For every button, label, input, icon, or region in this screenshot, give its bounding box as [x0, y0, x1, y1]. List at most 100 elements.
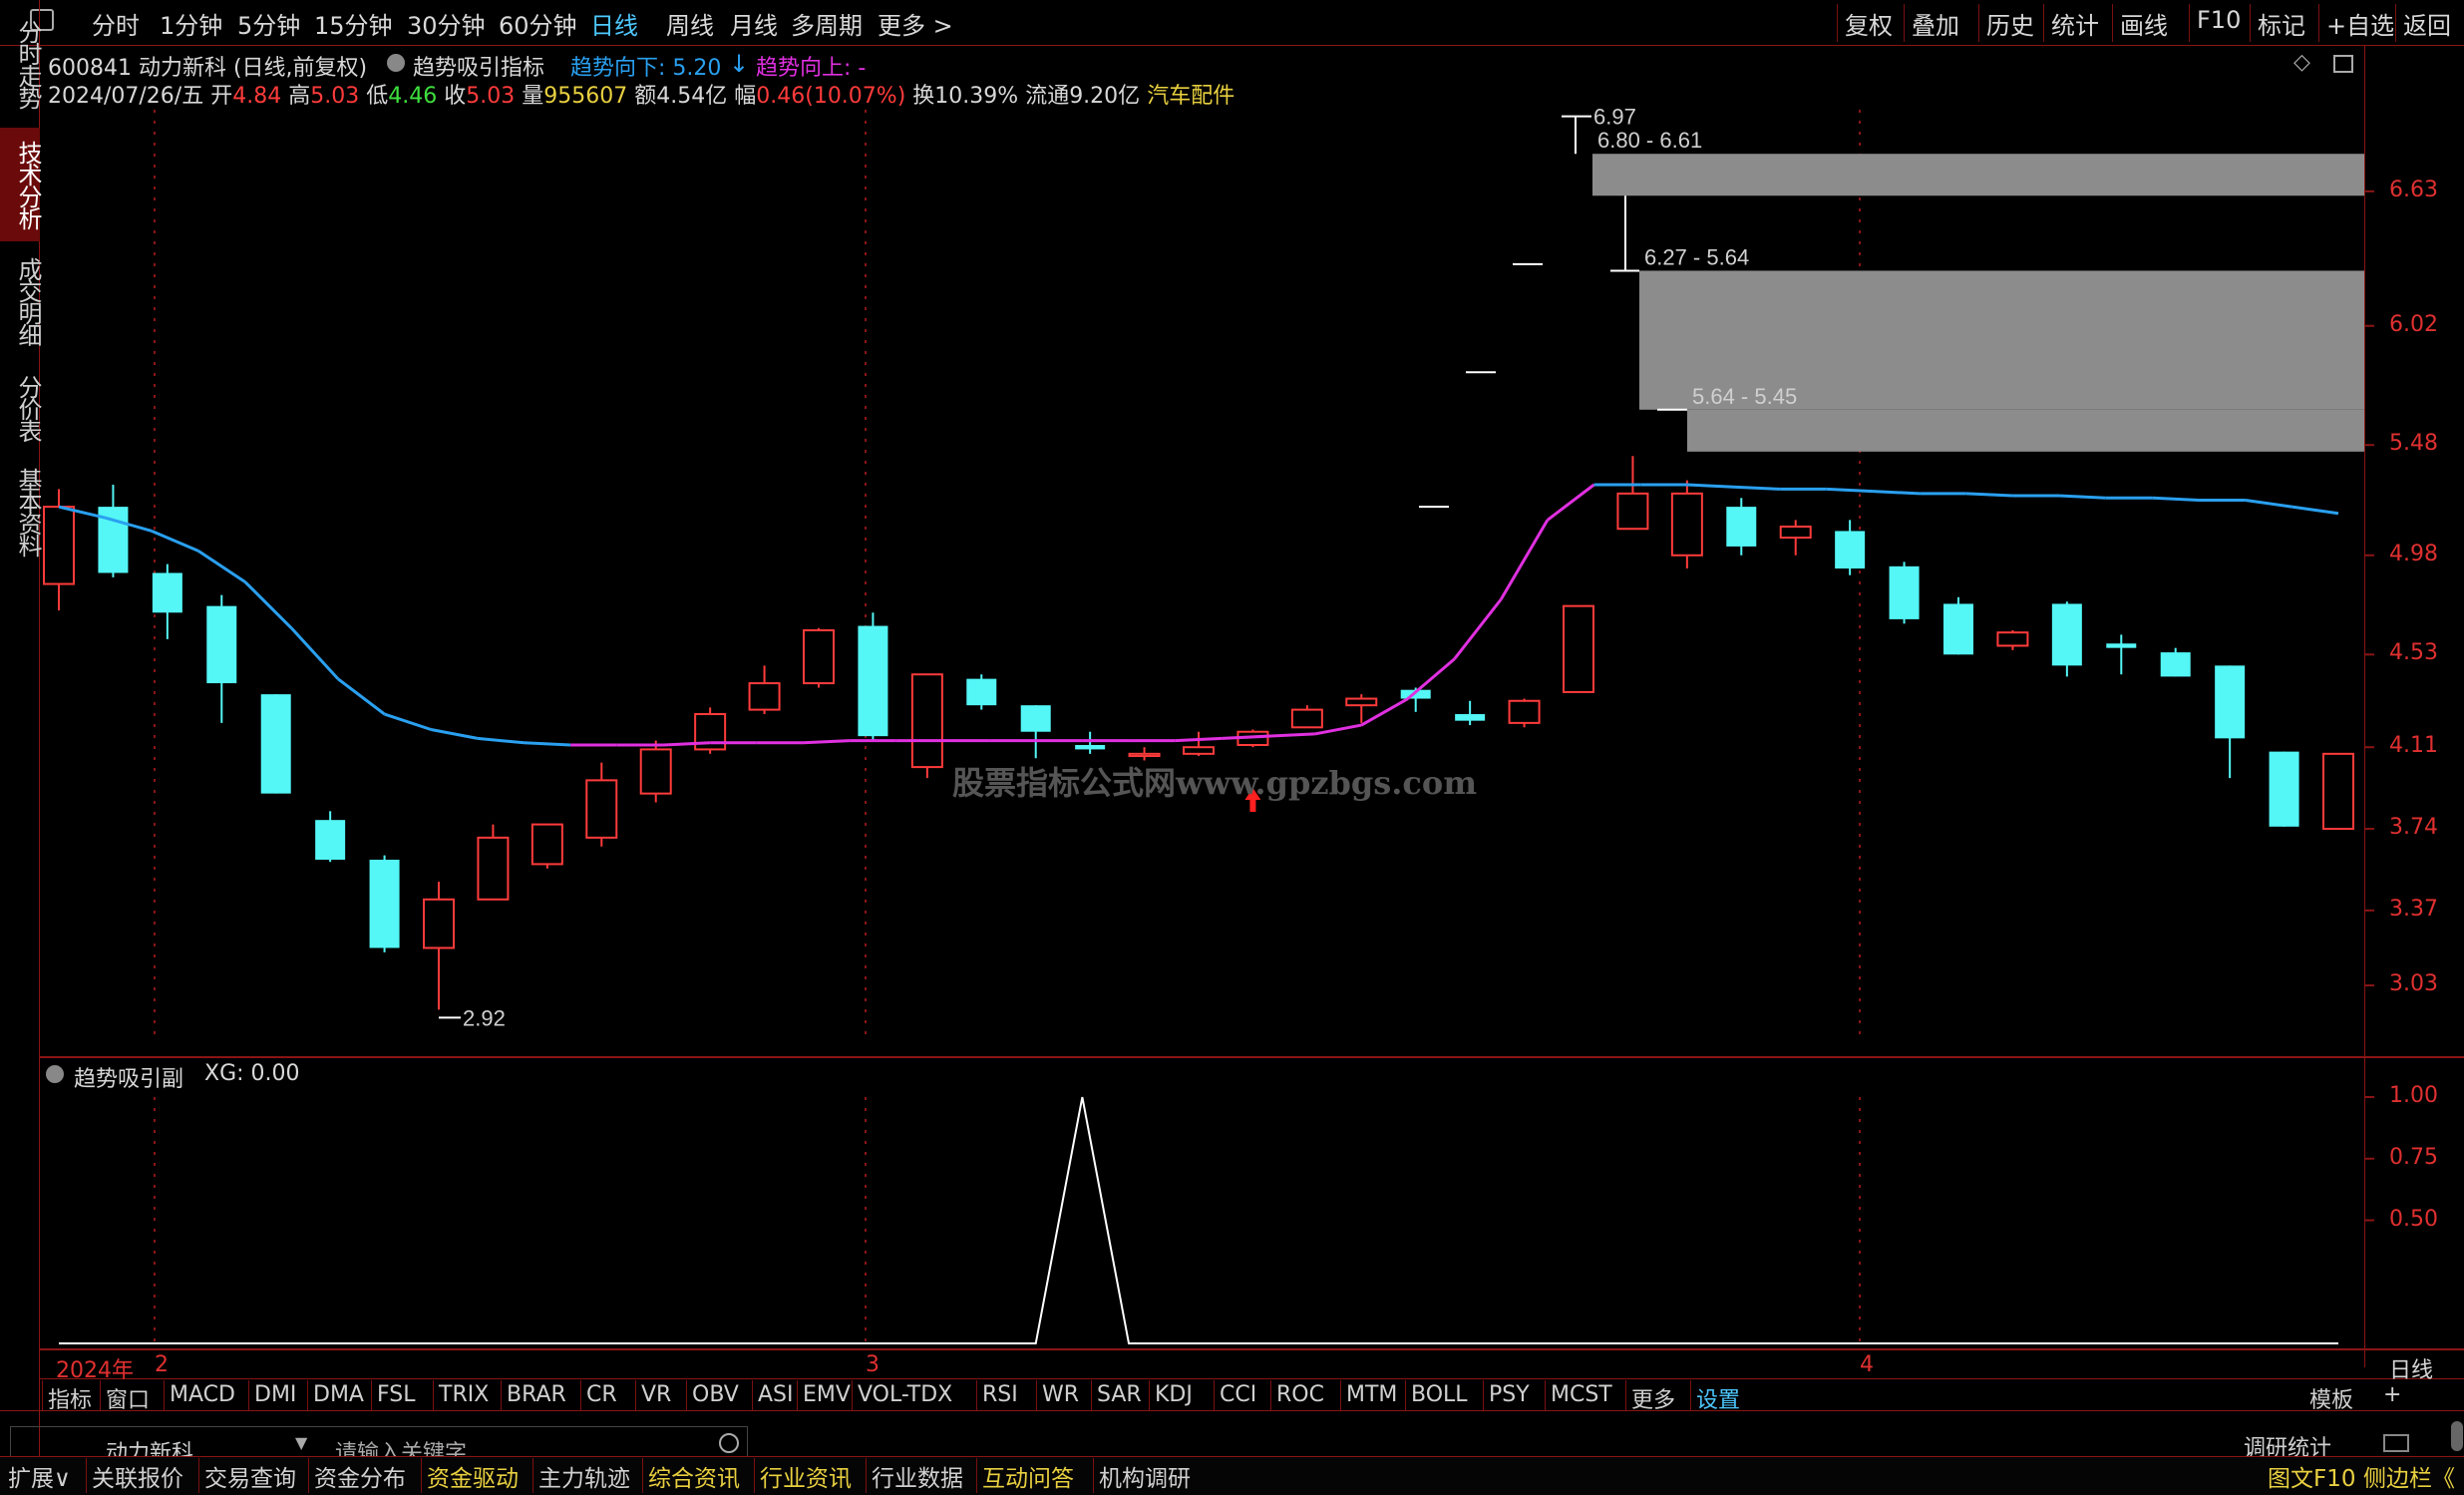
trend-line-segment	[430, 728, 479, 740]
f10-button[interactable]: 图文F10	[2268, 1459, 2356, 1493]
toolbar-button-2[interactable]: 历史	[1986, 6, 2034, 41]
candle-body	[2215, 665, 2246, 739]
period-1[interactable]: 1分钟	[160, 6, 222, 41]
status-item-4[interactable]: 资金驱动	[427, 1459, 519, 1493]
indicator-tab-7[interactable]: BRAR	[507, 1382, 566, 1407]
status-item-9[interactable]: 互动问答	[982, 1459, 1074, 1493]
period-9[interactable]: 多周期	[791, 6, 863, 41]
left-tab-1[interactable]: 技术分析	[0, 128, 42, 241]
toolbar-button-0[interactable]: 复权	[1845, 6, 1893, 41]
status-item-3[interactable]: 资金分布	[314, 1459, 406, 1493]
indicator-tab-25[interactable]: 设置	[1696, 1382, 1740, 1414]
period-2[interactable]: 5分钟	[237, 6, 300, 41]
stock-field[interactable]: 动力新科 ▼ 请输入关键字	[10, 1426, 748, 1456]
period-7[interactable]: 周线	[666, 6, 714, 41]
indicator-tab-9[interactable]: VR	[641, 1382, 671, 1407]
tab-separator	[248, 1380, 249, 1410]
period-0[interactable]: 分时	[92, 6, 140, 41]
indicator-tab-18[interactable]: CCI	[1220, 1382, 1256, 1407]
price-chart[interactable]: 6.80 - 6.61 6.27 - 5.64 5.64 - 5.45 6.97 2.9…	[0, 0, 2464, 1495]
x-tick-label: 2024年	[56, 1358, 134, 1383]
indicator-tab-8[interactable]: CR	[586, 1382, 617, 1407]
status-item-6[interactable]: 综合资讯	[648, 1459, 740, 1493]
status-item-2[interactable]: 交易查询	[204, 1459, 296, 1493]
indicator-tab-4[interactable]: DMA	[313, 1382, 364, 1407]
trend-line-segment	[1267, 732, 1315, 738]
indicator-tab-23[interactable]: MCST	[1551, 1382, 1612, 1407]
toolbar-separator	[2043, 4, 2044, 42]
dropdown-icon[interactable]: ▼	[295, 1433, 307, 1452]
status-item-0[interactable]: 扩展∨	[8, 1459, 71, 1493]
period-6[interactable]: 日线	[590, 6, 638, 41]
trend-line-segment	[1453, 598, 1503, 660]
indicator-tab-17[interactable]: KDJ	[1155, 1382, 1193, 1407]
candle-body	[1835, 531, 1866, 569]
period-5[interactable]: 60分钟	[499, 6, 577, 41]
indicator-tab-22[interactable]: PSY	[1489, 1382, 1530, 1407]
status-item-10[interactable]: 机构调研	[1099, 1459, 1191, 1493]
status-separator	[86, 1458, 87, 1493]
left-tab-0[interactable]: 分时走势	[0, 8, 42, 120]
toolbar-button-5[interactable]: F10	[2197, 6, 2241, 34]
candle-body	[1075, 744, 1106, 750]
y-tick-label: 5.48	[2389, 431, 2438, 457]
indicator-tab-16[interactable]: SAR	[1097, 1382, 1142, 1407]
add-button[interactable]: +	[2383, 1382, 2401, 1407]
status-separator	[642, 1458, 643, 1493]
indicator-tab-12[interactable]: EMV	[803, 1382, 851, 1407]
indicator-tab-5[interactable]: FSL	[377, 1382, 416, 1407]
indicator-tab-0[interactable]: 指标	[48, 1382, 92, 1414]
indicator-tab-6[interactable]: TRIX	[439, 1382, 489, 1407]
sidebar-button[interactable]: 侧边栏《	[2363, 1459, 2455, 1493]
indicator-tab-13[interactable]: VOL-TDX	[858, 1382, 952, 1407]
tab-separator	[1149, 1380, 1150, 1410]
scroll-handle[interactable]	[2451, 1421, 2463, 1451]
sub-indicator-name[interactable]: 趋势吸引副	[74, 1061, 183, 1093]
indicator-tab-2[interactable]: MACD	[170, 1382, 235, 1407]
period-label[interactable]: 日线	[2389, 1352, 2433, 1384]
indicator-tab-19[interactable]: ROC	[1276, 1382, 1324, 1407]
candle-body	[1020, 705, 1051, 732]
search-placeholder[interactable]: 请输入关键字	[335, 1435, 467, 1456]
status-item-7[interactable]: 行业资讯	[760, 1459, 852, 1493]
grid-icon[interactable]	[2383, 1434, 2409, 1452]
period-8[interactable]: 月线	[730, 6, 778, 41]
indicator-tab-24[interactable]: 更多	[1631, 1382, 1675, 1414]
trend-line-segment	[2245, 498, 2292, 509]
period-3[interactable]: 15分钟	[314, 6, 393, 41]
left-tab-2[interactable]: 成交明细	[0, 249, 42, 353]
status-item-8[interactable]: 行业数据	[872, 1459, 963, 1493]
toolbar-button-6[interactable]: 标记	[2258, 6, 2305, 41]
indicator-tab-1[interactable]: 窗口	[106, 1382, 150, 1414]
sub-toggle-icon[interactable]	[46, 1065, 64, 1083]
left-tab-3[interactable]: 分价表	[0, 365, 42, 451]
candle-body	[1889, 565, 1920, 619]
trend-line-segment	[151, 530, 199, 553]
indicator-tab-3[interactable]: DMI	[254, 1382, 296, 1407]
candle-body	[423, 898, 455, 949]
indicator-tab-15[interactable]: WR	[1042, 1382, 1079, 1407]
indicator-tab-10[interactable]: OBV	[692, 1382, 739, 1407]
sub-indicator-value: XG: 0.00	[204, 1061, 300, 1086]
status-separator	[198, 1458, 199, 1493]
toolbar-button-1[interactable]: 叠加	[1912, 6, 1959, 41]
toolbar-button-4[interactable]: 画线	[2120, 6, 2168, 41]
search-icon[interactable]	[719, 1433, 739, 1453]
status-item-5[interactable]: 主力轨迹	[538, 1459, 630, 1493]
left-tab-4[interactable]: 基本资料	[0, 457, 42, 566]
toolbar-button-3[interactable]: 统计	[2051, 6, 2099, 41]
bottom-tab-divider	[40, 1378, 2464, 1379]
toolbar-button-8[interactable]: 返回	[2403, 6, 2451, 41]
status-item-1[interactable]: 关联报价	[92, 1459, 183, 1493]
price-zone	[1592, 154, 2364, 196]
indicator-tab-21[interactable]: BOLL	[1411, 1382, 1468, 1407]
period-10[interactable]: 更多 >	[878, 6, 953, 41]
low-marker-label: 2.92	[463, 1005, 506, 1030]
template-button[interactable]: 模板	[2309, 1382, 2353, 1414]
period-4[interactable]: 30分钟	[407, 6, 486, 41]
candle-body	[369, 860, 400, 948]
indicator-tab-11[interactable]: ASI	[758, 1382, 794, 1407]
toolbar-button-7[interactable]: +自选	[2326, 6, 2394, 41]
indicator-tab-14[interactable]: RSI	[982, 1382, 1018, 1407]
indicator-tab-20[interactable]: MTM	[1346, 1382, 1397, 1407]
